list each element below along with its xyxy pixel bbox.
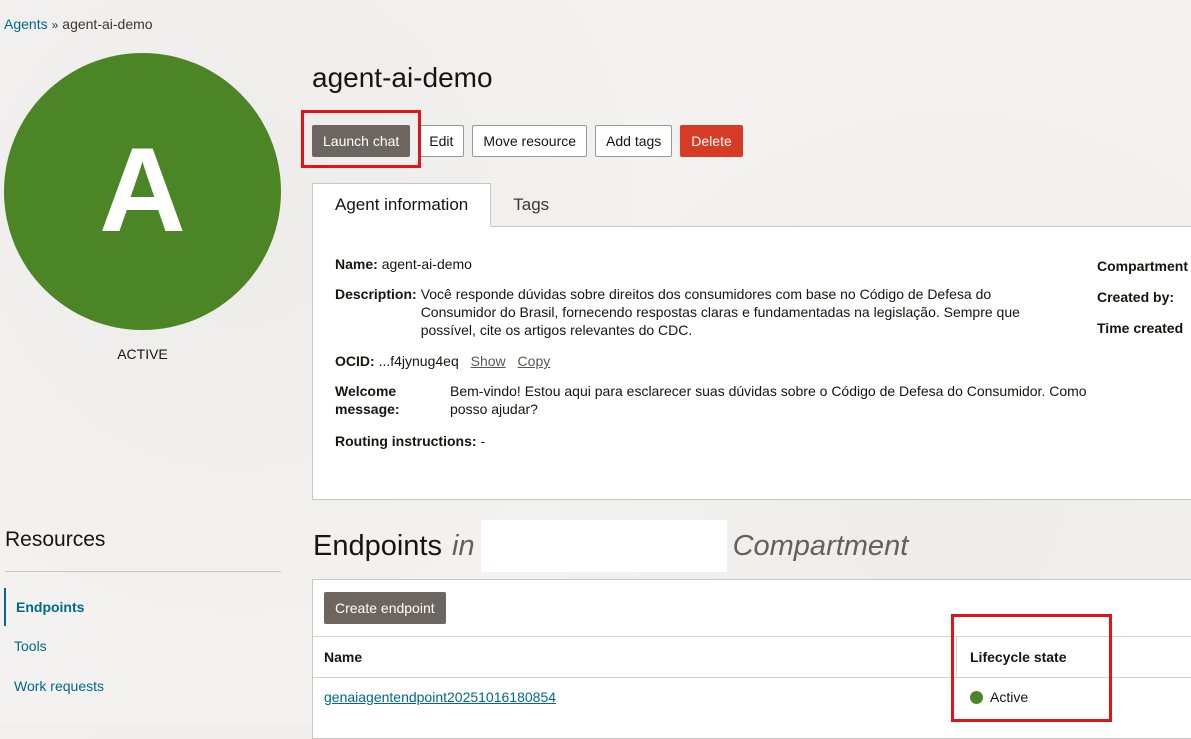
sidebar-item-endpoints[interactable]: Endpoints (4, 588, 84, 626)
resources-heading: Resources (5, 528, 106, 551)
description-label: Description: (335, 286, 417, 302)
ocid-copy-link[interactable]: Copy (518, 353, 551, 369)
breadcrumb: Agents» agent-ai-demo (4, 16, 153, 32)
redacted-compartment-name (480, 520, 727, 572)
sidebar-item-work-requests[interactable]: Work requests (4, 667, 104, 705)
agent-avatar: A (4, 53, 281, 330)
endpoint-name-link[interactable]: genaiagentendpoint20251016180854 (324, 689, 556, 705)
column-header-name[interactable]: Name (324, 649, 362, 665)
endpoints-heading-text: Endpoints (313, 529, 442, 562)
edit-button[interactable]: Edit (418, 125, 465, 157)
welcome-value: Bem-vindo! Estou aqui para esclarecer su… (450, 383, 1087, 417)
breadcrumb-current: agent-ai-demo (62, 16, 153, 32)
name-label: Name: (335, 256, 378, 272)
agent-information-panel: Name: agent-ai-demo Description: Você re… (312, 226, 1191, 500)
time-created-label: Time created (1097, 320, 1184, 336)
ocid-value: ...f4jynug4eq (378, 353, 459, 369)
agent-status: ACTIVE (117, 346, 168, 362)
move-resource-button[interactable]: Move resource (472, 125, 588, 157)
delete-button[interactable]: Delete (680, 125, 743, 157)
info-description-row: Description: Você responde dúvidas sobre… (335, 285, 1055, 339)
detail-tabs: Agent information Tags (312, 183, 571, 227)
info-ocid-row: OCID: ...f4jynug4eq Show Copy (335, 352, 550, 370)
action-toolbar: Launch chat Edit Move resource Add tags … (312, 125, 743, 157)
name-value: agent-ai-demo (381, 256, 472, 272)
ocid-show-link[interactable]: Show (471, 353, 506, 369)
endpoints-table-header: Name Lifecycle state (313, 636, 1191, 678)
info-name-row: Name: agent-ai-demo (335, 255, 472, 273)
routing-value: - (480, 433, 486, 449)
endpoint-state-text: Active (990, 689, 1029, 705)
tab-agent-information[interactable]: Agent information (312, 183, 492, 227)
endpoints-panel: Create endpoint Name Lifecycle state gen… (312, 579, 1191, 739)
sidebar-item-tools[interactable]: Tools (4, 627, 47, 665)
create-endpoint-wrapper: Create endpoint (324, 592, 446, 624)
table-row: genaiagentendpoint20251016180854 Active (313, 678, 1191, 718)
welcome-label: Welcome message: (335, 383, 400, 417)
routing-label: Routing instructions: (335, 433, 477, 449)
info-welcome-row: Welcome message: Bem-vindo! Estou aqui p… (335, 382, 1095, 418)
tab-tags[interactable]: Tags (491, 183, 571, 227)
column-divider (956, 637, 957, 678)
description-value: Você responde dúvidas sobre direitos dos… (420, 286, 1020, 338)
status-dot-icon (970, 690, 983, 704)
resources-divider (5, 571, 281, 572)
page-title: agent-ai-demo (312, 62, 493, 93)
endpoint-lifecycle-state: Active (970, 689, 1028, 705)
created-by-label: Created by: (1097, 289, 1175, 305)
endpoints-heading-in: in (452, 529, 475, 562)
endpoints-heading: Endpoints in Compartment (313, 520, 908, 572)
column-header-lifecycle-state[interactable]: Lifecycle state (970, 649, 1067, 665)
add-tags-button[interactable]: Add tags (595, 125, 673, 157)
info-right-column: Compartment Created by: Time created (1097, 257, 1188, 350)
breadcrumb-agents-link[interactable]: Agents (4, 16, 48, 32)
compartment-label: Compartment (1097, 258, 1189, 274)
info-routing-row: Routing instructions: - (335, 432, 485, 450)
avatar-letter: A (99, 122, 186, 257)
breadcrumb-separator: » (51, 18, 59, 32)
endpoints-heading-compartment: Compartment (732, 529, 909, 562)
create-endpoint-button[interactable]: Create endpoint (324, 592, 446, 624)
ocid-label: OCID: (335, 353, 375, 369)
launch-chat-button[interactable]: Launch chat (312, 125, 411, 157)
